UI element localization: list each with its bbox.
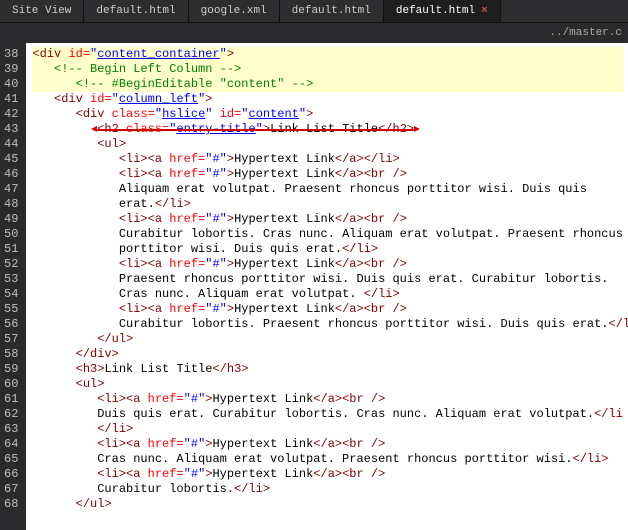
line-gutter: 3839404142434445464748495051525354555657… bbox=[0, 43, 26, 530]
tab-default-active[interactable]: default.html× bbox=[384, 0, 501, 22]
code-area[interactable]: <div id="content_container"> <!-- Begin … bbox=[26, 43, 628, 530]
breadcrumb[interactable]: ../master.c bbox=[0, 23, 628, 43]
tab-google-xml[interactable]: google.xml bbox=[189, 0, 280, 22]
close-icon[interactable]: × bbox=[481, 5, 488, 17]
tab-default-2[interactable]: default.html bbox=[280, 0, 384, 22]
code-editor[interactable]: 3839404142434445464748495051525354555657… bbox=[0, 43, 628, 530]
tab-default-1[interactable]: default.html bbox=[84, 0, 188, 22]
tab-bar: Site View default.html google.xml defaul… bbox=[0, 0, 628, 23]
tab-site-view[interactable]: Site View bbox=[0, 0, 84, 22]
